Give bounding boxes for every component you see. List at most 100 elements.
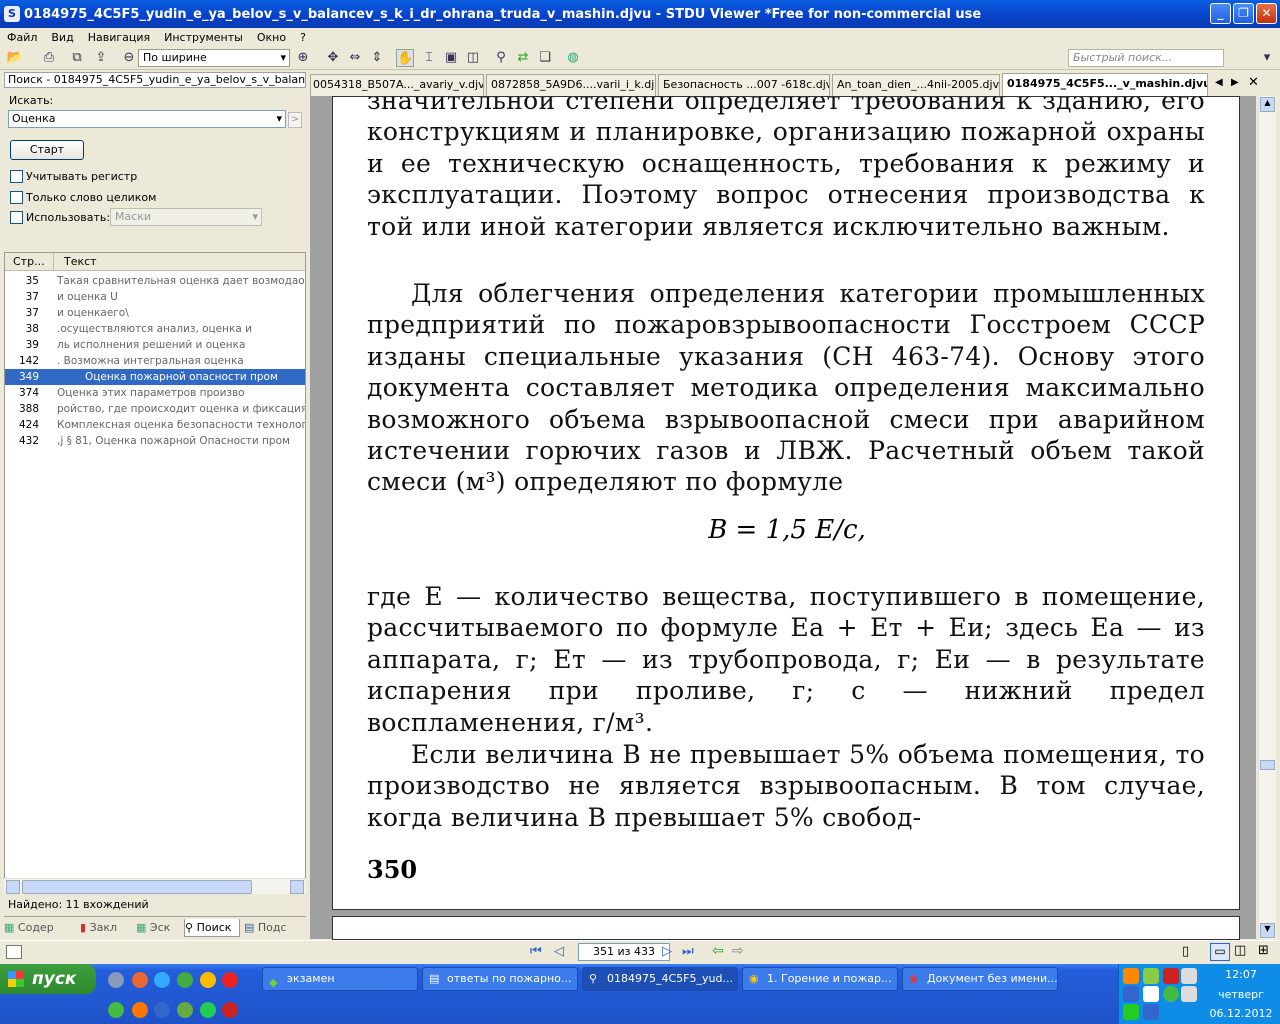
chrome-icon[interactable] bbox=[200, 972, 216, 988]
doc-tab[interactable]: 0872858_5A9D6....varii_i_k.djvu bbox=[486, 74, 656, 96]
scroll-thumb[interactable] bbox=[22, 880, 252, 894]
fit-width-icon[interactable]: ⇔ bbox=[346, 49, 364, 67]
tray-icon[interactable] bbox=[1143, 968, 1159, 984]
torrent-icon[interactable] bbox=[1163, 986, 1179, 1002]
zoom-in-icon[interactable]: ⊕ bbox=[294, 49, 312, 67]
menu-tools[interactable]: Инструменты bbox=[157, 31, 250, 44]
text-select-icon[interactable]: ⌶ bbox=[420, 49, 438, 67]
result-row[interactable]: 374 Оценка этих параметров произво bbox=[5, 385, 305, 401]
vk-icon[interactable] bbox=[1143, 1004, 1159, 1020]
tray-icon[interactable] bbox=[1123, 968, 1139, 984]
result-row[interactable]: 39 ль исполнения решений и оценка bbox=[5, 337, 305, 353]
close-button[interactable]: ✕ bbox=[1256, 3, 1277, 24]
doc-tab-active[interactable]: 0184975_4C5F5..._v_mashin.djvu bbox=[1002, 73, 1208, 96]
doc-tab[interactable]: An_toan_dien_...4nii-2005.djvu bbox=[832, 74, 1000, 96]
task-button[interactable]: ◆ экзамен bbox=[262, 967, 418, 991]
clock-time[interactable]: 12:07 bbox=[1203, 968, 1279, 981]
start-button[interactable]: Старт bbox=[10, 140, 84, 160]
volume-icon[interactable] bbox=[1181, 968, 1197, 984]
page-indicator[interactable]: 351 из 433 bbox=[578, 943, 670, 961]
scroll-left-icon[interactable] bbox=[6, 880, 20, 894]
tray-icon[interactable] bbox=[1181, 986, 1197, 1002]
tab-bookmarks[interactable]: ▮ Закл bbox=[80, 919, 132, 937]
chrome-icon[interactable] bbox=[132, 972, 148, 988]
tab-scroll-left-icon[interactable]: ◀ bbox=[1215, 77, 1223, 88]
back-icon[interactable]: ⇦ bbox=[712, 943, 724, 959]
doc-tab[interactable]: 0054318_B507A..._avariy_v.djvu bbox=[310, 74, 484, 96]
task-button[interactable]: ▤ ответы по пожарно... bbox=[422, 967, 578, 991]
tab-scroll-right-icon[interactable]: ▶ bbox=[1231, 77, 1239, 88]
result-row[interactable]: 37 и оценкаего\ bbox=[5, 305, 305, 321]
globe-icon[interactable]: ◍ bbox=[564, 49, 582, 67]
copy-page-icon[interactable]: ⧉ bbox=[68, 49, 86, 67]
open-folder-icon[interactable]: 📂 bbox=[6, 49, 24, 67]
app-icon[interactable] bbox=[177, 972, 193, 988]
result-row[interactable]: 37 и оценка U bbox=[5, 289, 305, 305]
fit-page-icon[interactable]: ✥ bbox=[324, 49, 342, 67]
app-icon[interactable] bbox=[200, 1002, 216, 1018]
prev-page-icon[interactable]: ◁ bbox=[554, 944, 564, 959]
sync-icon[interactable]: ⇄ bbox=[514, 49, 532, 67]
find-icon[interactable]: ⚲ bbox=[492, 49, 510, 67]
minimize-button[interactable]: _ bbox=[1210, 3, 1231, 24]
layout-page-icon[interactable]: ▭ bbox=[1210, 943, 1230, 961]
panel-toggle-icon[interactable] bbox=[6, 945, 22, 959]
menu-help[interactable]: ? bbox=[293, 31, 313, 44]
search-arrow-button[interactable]: > bbox=[288, 112, 302, 128]
tray-icon[interactable] bbox=[1123, 1004, 1139, 1020]
first-page-icon[interactable]: ⏮ bbox=[530, 944, 542, 959]
export-icon[interactable]: ⇪ bbox=[92, 49, 110, 67]
layout-two-pages-icon[interactable]: ◫ bbox=[1234, 943, 1246, 958]
doc-tab[interactable]: Безопасность ...007 -618c.djvu bbox=[658, 74, 830, 96]
next-page-icon[interactable]: ▷ bbox=[662, 944, 672, 959]
result-row[interactable]: 432 ,j § 81, Оценка пожарной Опасности пр… bbox=[5, 433, 305, 449]
tab-contents[interactable]: ▦ Содер bbox=[4, 919, 76, 937]
mask-select[interactable]: Маски ▾ bbox=[110, 208, 262, 226]
tray-icon[interactable] bbox=[1163, 968, 1179, 984]
fit-height-icon[interactable]: ⇕ bbox=[368, 49, 386, 67]
zoom-out-icon[interactable]: ⊖ bbox=[120, 49, 138, 67]
network-icon[interactable] bbox=[1123, 986, 1139, 1002]
document-view[interactable]: значительной степени определяет требован… bbox=[310, 96, 1256, 940]
torrent-icon[interactable] bbox=[108, 1002, 124, 1018]
scroll-right-icon[interactable] bbox=[290, 880, 304, 894]
skype-icon[interactable] bbox=[154, 972, 170, 988]
keyboard-icon[interactable] bbox=[1143, 986, 1159, 1002]
maximize-button[interactable]: ❐ bbox=[1233, 3, 1254, 24]
start-button[interactable]: пуск bbox=[0, 964, 96, 994]
image-select-icon[interactable]: ▣ bbox=[442, 49, 460, 67]
scroll-up-icon[interactable]: ▲ bbox=[1260, 97, 1275, 112]
snapshot-icon[interactable]: ◫ bbox=[464, 49, 482, 67]
chevron-down-icon[interactable]: ▾ bbox=[276, 111, 282, 127]
scroll-down-icon[interactable]: ▼ bbox=[1260, 923, 1275, 938]
whole-word-checkbox[interactable] bbox=[10, 191, 23, 204]
task-button[interactable]: ◉ Документ без имени... bbox=[902, 967, 1058, 991]
tab-thumbnails[interactable]: ▦ Эск bbox=[136, 919, 180, 937]
case-checkbox[interactable] bbox=[10, 170, 23, 183]
search-input[interactable]: Оценка ▾ bbox=[8, 110, 286, 128]
pages-icon[interactable]: ❏ bbox=[536, 49, 554, 67]
result-row[interactable]: 35 Такая сравнительная оценка дает возмод… bbox=[5, 273, 305, 289]
scroll-thumb[interactable] bbox=[1260, 760, 1275, 770]
app-icon[interactable] bbox=[222, 1002, 238, 1018]
quick-search-input[interactable]: Быстрый поиск... bbox=[1068, 49, 1224, 67]
tab-search[interactable]: ⚲ Поиск bbox=[184, 919, 240, 937]
result-row[interactable]: 38 .осуществляются анализ, оценка и bbox=[5, 321, 305, 337]
menu-window[interactable]: Окно bbox=[250, 31, 293, 44]
result-row[interactable]: 142 . Возможна интегральная оценка bbox=[5, 353, 305, 369]
quick-search-options-icon[interactable]: ▾ bbox=[1258, 49, 1276, 67]
task-button[interactable]: ◉ 1. Горение и пожар... bbox=[742, 967, 898, 991]
col-text-header[interactable]: Текст bbox=[53, 253, 97, 271]
close-tab-icon[interactable]: ✕ bbox=[1248, 75, 1259, 90]
desktop-icon[interactable] bbox=[108, 972, 124, 988]
layout-grid-icon[interactable]: ⊞ bbox=[1258, 943, 1269, 958]
zoom-select[interactable]: По ширине ▾ bbox=[138, 49, 290, 67]
col-page-header[interactable]: Стр... bbox=[13, 253, 45, 271]
result-row[interactable]: 388 ройство, где происходит оценка и фикс… bbox=[5, 401, 305, 417]
menu-view[interactable]: Вид bbox=[44, 31, 80, 44]
opera-icon[interactable] bbox=[222, 972, 238, 988]
layout-single-icon[interactable]: ▯ bbox=[1182, 944, 1189, 959]
menu-file[interactable]: Файл bbox=[0, 31, 44, 44]
forward-icon[interactable]: ⇨ bbox=[732, 943, 744, 959]
ie-icon[interactable] bbox=[154, 1002, 170, 1018]
